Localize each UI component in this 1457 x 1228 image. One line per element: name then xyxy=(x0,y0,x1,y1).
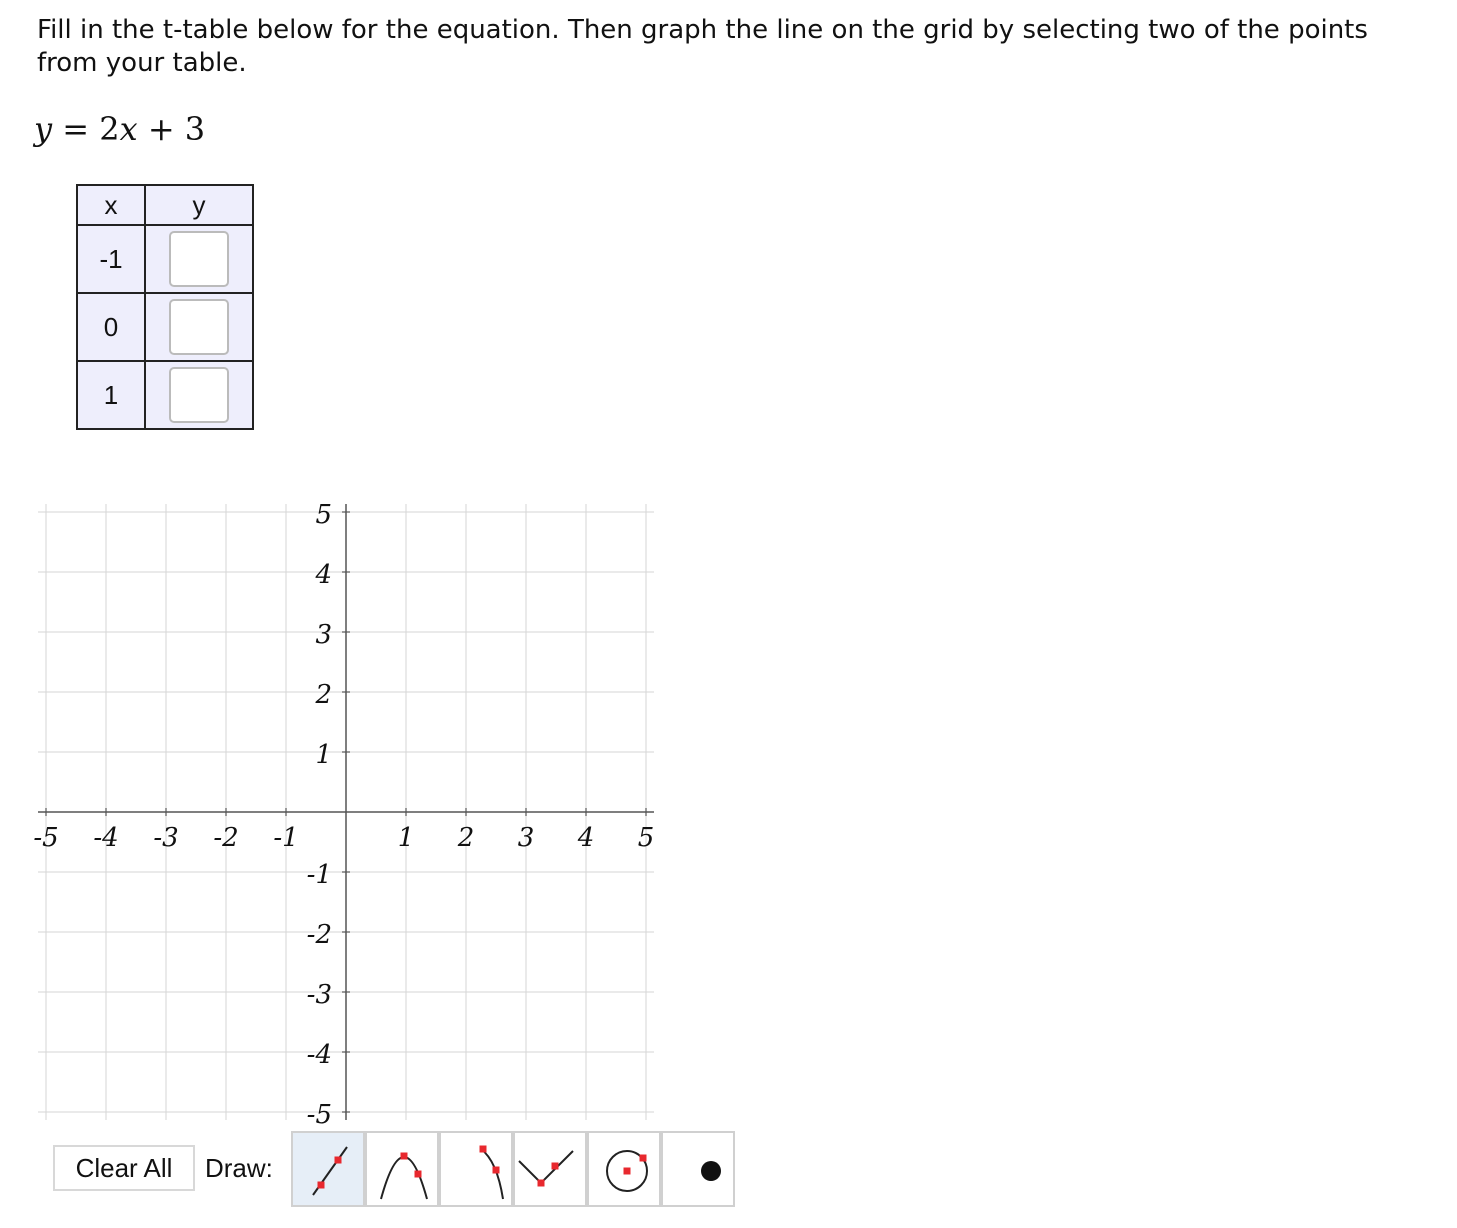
t-table-row: 1 xyxy=(76,360,254,430)
x-axis-tick-label: -1 xyxy=(273,823,298,853)
parabola-tool-icon xyxy=(380,1152,428,1200)
x-value-cell: 0 xyxy=(76,292,146,362)
y-answer-input[interactable] xyxy=(169,367,229,423)
absolute-value-tool-icon xyxy=(518,1150,574,1187)
x-axis-tick-label: -2 xyxy=(213,823,238,853)
equation-variable: x xyxy=(119,110,138,148)
x-axis-tick-label: 5 xyxy=(638,823,655,853)
draw-label: Draw: xyxy=(205,1153,273,1183)
line-tool-button[interactable] xyxy=(291,1131,365,1207)
y-axis-tick-label: 4 xyxy=(314,560,332,590)
y-column-header: y xyxy=(144,184,254,226)
y-axis-tick-label: -2 xyxy=(307,920,332,950)
x-axis-tick-label: -3 xyxy=(153,823,178,853)
x-axis-tick-label: 1 xyxy=(398,823,415,853)
point-tool-icon xyxy=(701,1161,721,1181)
x-axis-tick-label: 3 xyxy=(518,823,535,853)
t-table-header-row: x y xyxy=(76,184,254,226)
circle-tool-button[interactable] xyxy=(587,1131,661,1207)
equation-plus: + xyxy=(147,110,175,148)
y-axis-tick-label: -1 xyxy=(307,860,332,890)
t-table: x y -1 0 1 xyxy=(76,184,254,430)
y-value-cell xyxy=(144,360,254,430)
y-answer-input[interactable] xyxy=(169,299,229,355)
absolute-value-tool-button[interactable] xyxy=(513,1131,587,1207)
y-answer-input[interactable] xyxy=(169,231,229,287)
clear-all-button[interactable]: Clear All xyxy=(53,1145,195,1191)
x-axis-tick-label: -4 xyxy=(93,823,118,853)
t-table-row: 0 xyxy=(76,292,254,362)
x-axis-tick-label: 4 xyxy=(577,823,595,853)
y-axis-tick-label: -3 xyxy=(307,980,332,1010)
x-column-header: x xyxy=(76,184,146,226)
y-axis-tick-label: 2 xyxy=(314,680,332,710)
equation-equals: = xyxy=(62,110,90,148)
coordinate-grid[interactable]: -5 -4 -3 -2 -1 1 2 3 4 5 5 4 3 2 1 -1 -2 -3 -4 -5 xyxy=(0,490,700,1130)
point-tool-button[interactable] xyxy=(661,1131,735,1207)
curve-tool-button[interactable] xyxy=(439,1131,513,1207)
equation-constant: 3 xyxy=(184,110,206,148)
x-value-cell: -1 xyxy=(76,224,146,294)
y-axis-tick-label: 5 xyxy=(315,500,332,530)
x-value-cell: 1 xyxy=(76,360,146,430)
x-axis-tick-label: 2 xyxy=(457,823,475,853)
line-tool-icon xyxy=(312,1146,348,1196)
circle-tool-icon xyxy=(606,1150,648,1192)
y-axis-tick-label: 3 xyxy=(315,620,332,650)
y-axis-tick-label: -5 xyxy=(307,1100,332,1130)
instructions-text: Fill in the t-table below for the equati… xyxy=(37,15,1368,78)
x-axis-tick-label: -5 xyxy=(33,823,58,853)
equation-lhs: y xyxy=(34,110,53,148)
t-table-row: -1 xyxy=(76,224,254,294)
y-axis-tick-label: -4 xyxy=(307,1040,332,1070)
y-axis-tick-label: 1 xyxy=(315,740,332,770)
y-value-cell xyxy=(144,224,254,294)
equation-coefficient: 2 xyxy=(99,110,120,148)
equation: y = 2x + 3 xyxy=(34,110,205,148)
curve-tool-icon xyxy=(479,1145,504,1200)
y-value-cell xyxy=(144,292,254,362)
parabola-tool-button[interactable] xyxy=(365,1131,439,1207)
